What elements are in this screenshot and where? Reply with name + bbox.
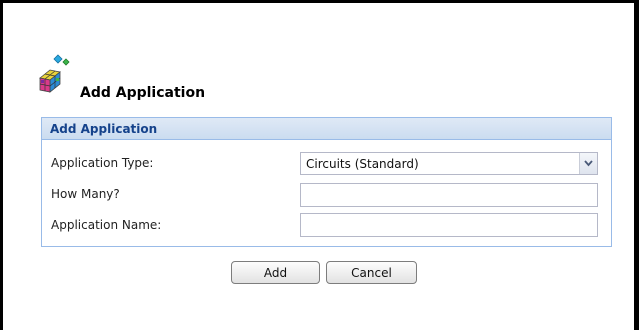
panel-title: Add Application bbox=[50, 122, 158, 136]
page-title: Add Application bbox=[80, 85, 206, 101]
application-name-input[interactable] bbox=[300, 213, 598, 237]
application-name-label: Application Name: bbox=[51, 218, 162, 232]
add-application-icon bbox=[39, 54, 70, 93]
cancel-button[interactable]: Cancel bbox=[326, 261, 417, 284]
how-many-input[interactable] bbox=[300, 183, 598, 207]
panel-header: Add Application bbox=[42, 118, 611, 140]
dropdown-trigger[interactable] bbox=[579, 153, 597, 174]
dialog-frame: Add Application Add Application Applicat… bbox=[0, 0, 639, 330]
application-type-value: Circuits (Standard) bbox=[306, 157, 419, 171]
application-type-label: Application Type: bbox=[51, 156, 154, 170]
application-type-select[interactable]: Circuits (Standard) bbox=[300, 152, 598, 175]
chevron-down-icon bbox=[584, 160, 593, 167]
add-button[interactable]: Add bbox=[231, 261, 320, 284]
dialog-header: Add Application bbox=[37, 50, 337, 101]
add-application-panel: Add Application Application Type: Circui… bbox=[41, 117, 612, 247]
how-many-label: How Many? bbox=[51, 187, 120, 201]
